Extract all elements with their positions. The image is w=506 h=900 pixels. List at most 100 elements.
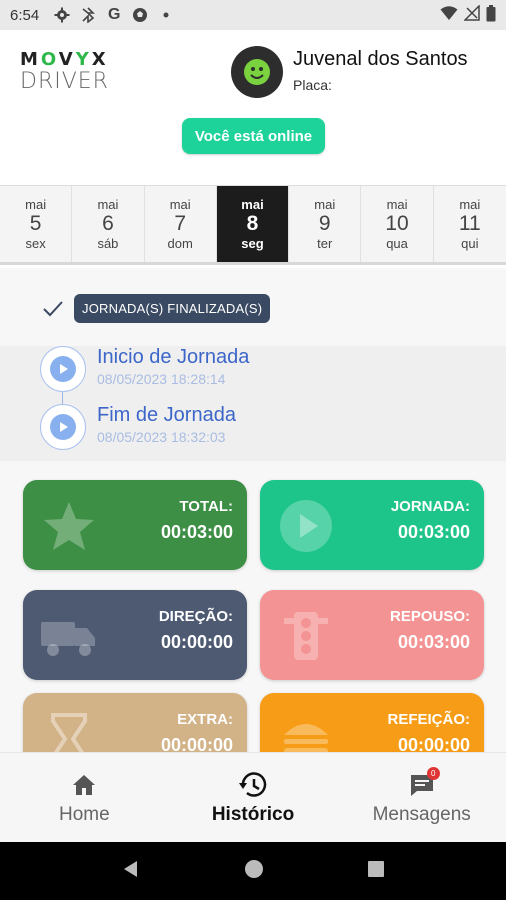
date-month: mai: [459, 197, 481, 212]
nav-messages[interactable]: 0 Mensagens: [337, 753, 506, 842]
date-day: 7: [174, 212, 187, 235]
card-value: 00:03:00: [160, 522, 233, 542]
nav-label: Home: [58, 803, 110, 825]
date-month: mai: [25, 197, 47, 212]
date-day: 11: [458, 212, 481, 235]
timeline-item-start[interactable]: Inicio de Jornada 08/05/2023 18:28:14: [40, 346, 249, 392]
dot-icon: [157, 6, 175, 24]
no-signal-icon: [463, 4, 480, 25]
date-month: mai: [169, 197, 191, 212]
card-label: TOTAL:: [179, 498, 233, 515]
card-label: EXTRA:: [177, 711, 233, 728]
message-icon: 0: [407, 766, 440, 800]
google-icon: G: [107, 6, 121, 23]
signal-dots-icon: [79, 6, 97, 24]
play-icon: [50, 414, 76, 440]
home-circle-icon[interactable]: [244, 859, 264, 884]
hourglass-icon: [51, 713, 87, 752]
timeline-marker: [40, 346, 86, 392]
date-selector: mai 5 sex mai 6 sáb mai 7 dom mai 8 seg …: [0, 185, 506, 265]
date-weekday: dom: [167, 236, 193, 251]
history-content[interactable]: JORNADA(S) FINALIZADA(S) Inicio de Jorna…: [0, 268, 506, 752]
date-day: 9: [318, 212, 331, 235]
play-icon: [50, 356, 76, 382]
message-count-badge: 0: [426, 766, 440, 780]
driving-card: DIREÇÃO: 00:00:00: [23, 590, 247, 680]
avatar[interactable]: [231, 46, 283, 98]
soccer-ball-icon: [131, 6, 149, 24]
burger-icon: [284, 724, 328, 752]
date-cell-6[interactable]: mai 6 sáb: [72, 186, 145, 262]
date-month: mai: [97, 197, 119, 212]
status-bar: 6:54 G: [0, 0, 506, 30]
check-icon: [43, 300, 63, 316]
driver-name: Juvenal dos Santos: [293, 48, 468, 70]
logo-letter: M: [20, 49, 41, 70]
nav-label: Mensagens: [372, 803, 471, 825]
card-label: REFEIÇÃO:: [387, 711, 471, 728]
battery-icon: [486, 4, 496, 26]
card-value: 00:03:00: [397, 522, 470, 542]
timeline-time: 08/05/2023 18:32:03: [97, 429, 226, 445]
status-time: 6:54: [10, 6, 40, 24]
card-label: JORNADA:: [390, 498, 470, 515]
history-icon: [238, 770, 268, 800]
timeline-marker: [40, 404, 86, 450]
logo-letter: X: [91, 49, 109, 70]
card-value: 00:00:00: [397, 735, 470, 752]
card-value: 00:00:00: [160, 632, 233, 652]
date-month: mai: [314, 197, 336, 212]
status-badge: JORNADA(S) FINALIZADA(S): [74, 294, 271, 323]
logo-subtitle: DRIVER: [20, 69, 109, 94]
timeline-item-end[interactable]: Fim de Jornada 08/05/2023 18:32:03: [40, 404, 236, 450]
truck-icon: [41, 622, 95, 656]
date-cell-11[interactable]: mai 11 qui: [434, 186, 506, 262]
date-month: mai: [386, 197, 408, 212]
meal-card: REFEIÇÃO: 00:00:00: [260, 693, 484, 752]
app-header: MOVYX DRIVER Juvenal dos Santos Placa: V…: [0, 30, 506, 185]
date-weekday: sáb: [97, 236, 119, 251]
card-label: REPOUSO:: [389, 608, 470, 625]
date-weekday: qui: [461, 236, 479, 251]
date-day: 6: [102, 212, 114, 235]
recents-icon[interactable]: [367, 860, 385, 883]
nav-history[interactable]: Histórico: [169, 753, 338, 842]
date-month: mai: [241, 197, 264, 212]
nav-home[interactable]: Home: [0, 753, 169, 842]
date-cell-7[interactable]: mai 7 dom: [145, 186, 217, 262]
date-cell-8-selected[interactable]: mai 8 seg: [216, 186, 290, 262]
play-icon: [280, 500, 332, 552]
timeline-text: Inicio de Jornada 08/05/2023 18:28:14: [97, 346, 249, 387]
logo-letter: O: [40, 49, 59, 70]
back-icon[interactable]: [121, 859, 141, 884]
date-cell-10[interactable]: mai 10 qua: [361, 186, 434, 262]
journey-card: JORNADA: 00:03:00: [260, 480, 484, 570]
wifi-icon: [440, 5, 458, 25]
smiley-icon: [244, 59, 270, 85]
timeline-title: Fim de Jornada: [97, 404, 236, 426]
journey-status-row: JORNADA(S) FINALIZADA(S): [40, 294, 271, 323]
gear-icon: [53, 6, 71, 24]
date-cell-5[interactable]: mai 5 sex: [0, 186, 73, 262]
logo-letter: Y: [75, 49, 92, 70]
plate-label: Placa:: [293, 77, 332, 93]
date-weekday: qua: [386, 236, 408, 251]
date-weekday: sex: [25, 236, 46, 251]
card-value: 00:00:00: [160, 735, 233, 752]
total-card: TOTAL: 00:03:00: [23, 480, 247, 570]
bottom-navigation: Home Histórico 0 Mensagens: [0, 752, 506, 842]
date-weekday: ter: [317, 236, 333, 251]
date-weekday: seg: [241, 236, 264, 251]
extra-card: EXTRA: 00:00:00: [23, 693, 247, 752]
home-icon: [69, 770, 99, 800]
system-navigation-bar: [0, 842, 506, 900]
timeline-title: Inicio de Jornada: [97, 346, 250, 368]
movyx-driver-logo: MOVYX DRIVER: [20, 50, 130, 94]
card-label: DIREÇÃO:: [158, 608, 233, 625]
date-day: 8: [246, 212, 259, 235]
timeline-text: Fim de Jornada 08/05/2023 18:32:03: [97, 404, 236, 445]
timeline-time: 08/05/2023 18:28:14: [97, 371, 226, 387]
online-status-button[interactable]: Você está online: [182, 118, 325, 154]
logo-letter: V: [58, 49, 76, 70]
date-cell-9[interactable]: mai 9 ter: [289, 186, 362, 262]
